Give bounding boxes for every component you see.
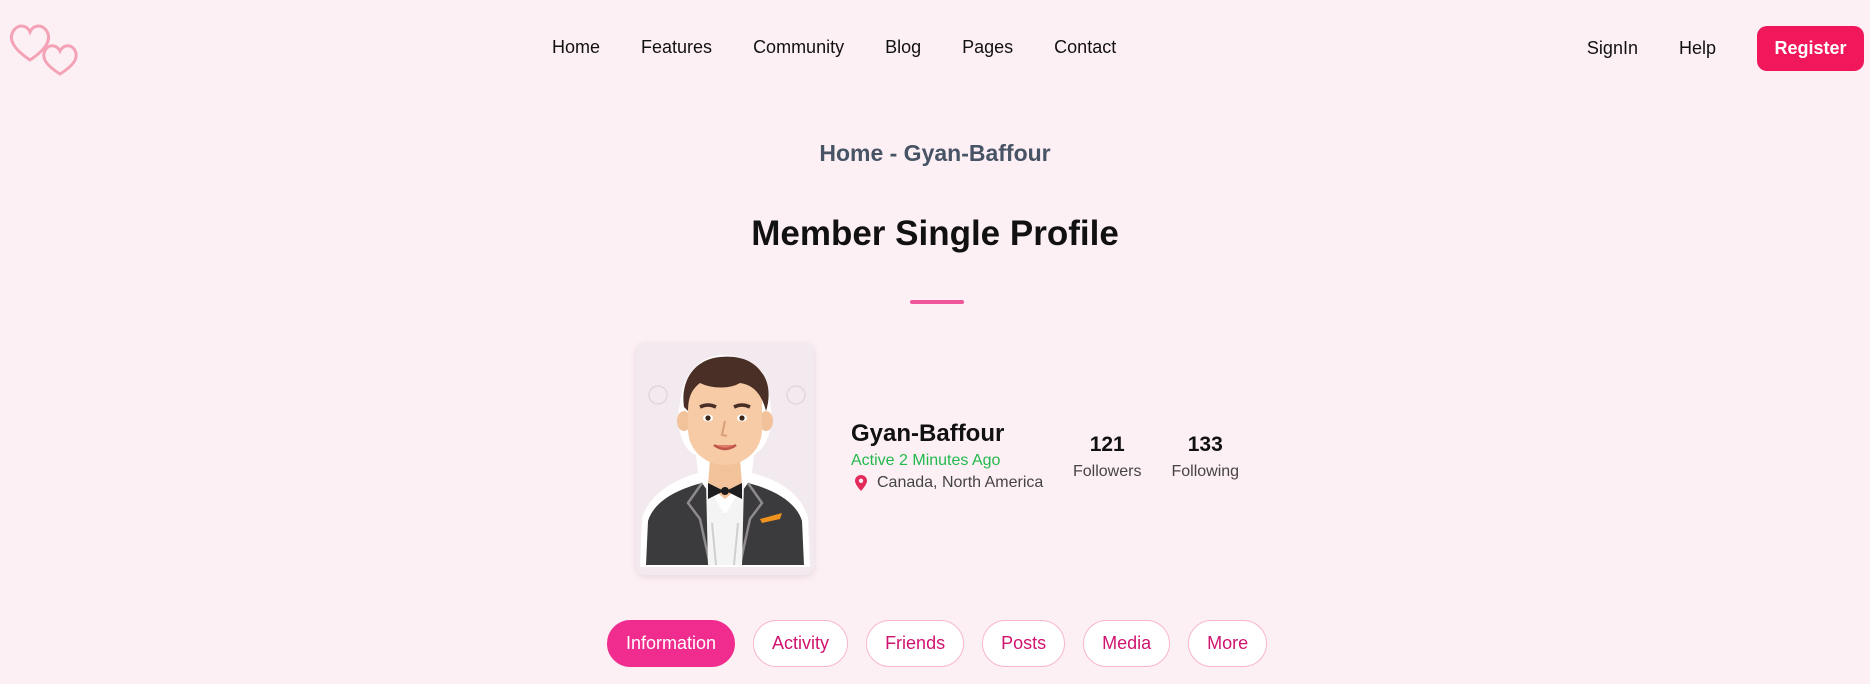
nav-contact[interactable]: Contact	[1054, 36, 1116, 58]
nav-community[interactable]: Community	[753, 36, 844, 58]
active-status: Active 2 Minutes Ago	[851, 452, 1001, 469]
location-text: Canada, North America	[877, 474, 1044, 491]
followers-stat[interactable]: 121 Followers	[1073, 433, 1141, 481]
nav-features[interactable]: Features	[641, 36, 712, 58]
main-nav: Home Features Community Blog Pages Conta…	[552, 36, 1157, 58]
profile-info: Gyan-Baffour Active 2 Minutes Ago Canada…	[851, 420, 1043, 492]
signin-link[interactable]: SignIn	[1587, 38, 1638, 59]
map-pin-icon	[855, 475, 867, 491]
help-link[interactable]: Help	[1679, 38, 1716, 59]
nav-pages[interactable]: Pages	[962, 36, 1013, 58]
tab-more[interactable]: More	[1188, 620, 1268, 667]
account-nav: SignIn Help Register	[1587, 26, 1864, 71]
followers-count: 121	[1089, 433, 1125, 456]
tab-posts[interactable]: Posts	[982, 620, 1066, 667]
tab-media[interactable]: Media	[1083, 620, 1171, 667]
hearts-logo-icon[interactable]	[6, 16, 82, 78]
breadcrumb: Home - Gyan-Baffour	[819, 140, 1051, 166]
nav-home[interactable]: Home	[552, 36, 600, 58]
title-divider	[910, 300, 964, 304]
following-label: Following	[1171, 463, 1240, 480]
profile-stats: 121 Followers 133 Following	[1073, 433, 1269, 481]
avatar	[636, 343, 814, 575]
page-title: Member Single Profile	[751, 214, 1119, 253]
member-name: Gyan-Baffour	[851, 420, 1005, 447]
following-stat[interactable]: 133 Following	[1171, 433, 1239, 481]
tab-friends[interactable]: Friends	[866, 620, 965, 667]
location: Canada, North America	[851, 474, 1043, 492]
followers-label: Followers	[1073, 463, 1142, 480]
nav-blog[interactable]: Blog	[885, 36, 921, 58]
following-count: 133	[1187, 433, 1223, 456]
profile-tabs: Information Activity Friends Posts Media…	[607, 620, 1285, 667]
register-button[interactable]: Register	[1757, 26, 1864, 71]
tab-activity[interactable]: Activity	[753, 620, 849, 667]
tab-information[interactable]: Information	[607, 620, 736, 667]
